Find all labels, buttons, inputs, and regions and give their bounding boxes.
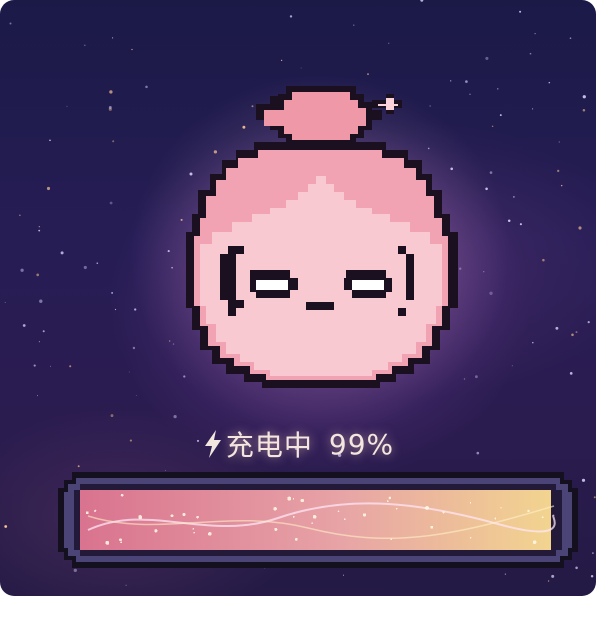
sparkle-dot [170,514,174,518]
sparkle-dot [337,510,340,513]
sparkle-dot [532,540,537,544]
lightning-icon [204,430,221,458]
charging-status: 充电中 99% [0,422,596,466]
sparkle-dot [120,541,122,544]
sparkle-dot [154,529,158,533]
sparkle-dot [300,498,304,503]
sparkle-dot [294,537,298,541]
sparkle-dot [287,496,292,501]
sparkle-dot [182,512,186,517]
sparkle-dot [274,527,278,531]
sparkle-dot [343,518,346,521]
battery-progress-bar [58,472,578,568]
sparkle-dot [386,500,389,502]
sparkle-dot [469,537,472,539]
sparkle-dot [390,538,393,541]
charging-scene: 充电中 99% [0,0,596,596]
sparkle-dot [395,507,398,510]
sparkle-dot [119,538,122,542]
sparkle-dot [388,496,392,500]
sparkle-dot [105,540,110,545]
sparkle-dot [192,528,195,530]
sparkle-dot [494,517,497,520]
charging-label: 充电中 [225,429,313,462]
sparkle-dot [94,509,97,512]
sparkle-dot [362,513,367,517]
sparkle-dot [527,509,530,513]
sparkle-dot [207,532,212,536]
sparkle-dot [193,531,195,534]
head [186,142,458,388]
sparkle-dot [85,511,89,515]
sparkle-dot [292,498,295,500]
sparkle-dot [541,516,544,519]
battery-percent: 99% [328,427,395,461]
sparkle-dot [311,522,313,524]
sparkle-dot [469,502,472,504]
sparkle-dot [120,493,124,497]
sparkle-dot [500,507,502,509]
sparkle-dot [292,515,295,518]
sparkle-dot [425,505,429,510]
sparkle-dot [430,525,434,529]
sparkle-dot [273,507,277,511]
sparkle-dot [312,515,317,519]
sparkle-dot [138,515,143,520]
sparkle-dot [196,515,199,519]
sparkle-dot [442,511,445,514]
